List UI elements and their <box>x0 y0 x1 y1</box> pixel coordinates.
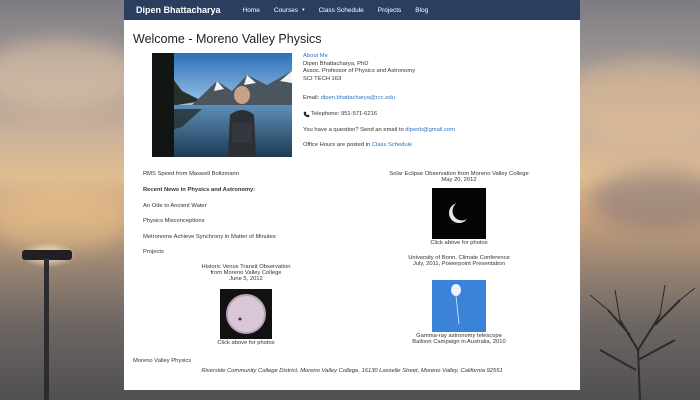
news-heading: Recent News in Physics and Astronomy: <box>143 187 256 193</box>
email-label: Email: <box>303 95 321 102</box>
balloon-campaign-block: Gamma-ray astronomy telescope Balloon Ca… <box>389 333 529 345</box>
phone-icon <box>303 111 310 118</box>
question-line: You have a question? Send an email to di… <box>303 127 455 135</box>
venus-transit-block: Historic Venus Transit Observation from … <box>171 264 321 282</box>
nav-class-schedule[interactable]: Class Schedule <box>319 7 364 14</box>
news-link-physics-misconceptions[interactable]: Physics Misconceptions <box>143 218 205 224</box>
news-link-ancient-water[interactable]: An Ode to Ancient Water <box>143 203 207 209</box>
site-brand[interactable]: Dipen Bhattacharya <box>136 5 221 15</box>
bonn-conference-block: University of Bonn, Climate Conference J… <box>389 255 529 267</box>
eclipse-block: Solar Eclipse Observation from Moreno Va… <box>374 171 544 183</box>
eclipse-caption: Click above for photos <box>430 240 488 246</box>
page-title: Welcome - Moreno Valley Physics <box>133 32 322 46</box>
nav-home[interactable]: Home <box>243 7 260 14</box>
email-line: Email: dipen.bhattacharya@rcc.edu <box>303 95 455 103</box>
email-link[interactable]: dipen.bhattacharya@rcc.edu <box>321 95 395 101</box>
about-block: About Me Dipen Bhattacharya, PhD Assoc. … <box>303 53 455 150</box>
top-navbar: Dipen Bhattacharya Home Courses ▾ Class S… <box>124 0 580 20</box>
projects-link[interactable]: Projects <box>143 249 164 255</box>
nav-projects-label: Projects <box>377 6 402 14</box>
class-schedule-link[interactable]: Class Schedule <box>372 142 412 148</box>
venus-date: June 5, 2012 <box>229 276 263 282</box>
footer-address: Riverside Community College District, Mo… <box>201 368 503 374</box>
tree-silhouette <box>589 284 696 400</box>
office-hours-line: Office Hours are posted in Class Schedul… <box>303 142 455 150</box>
nav-courses[interactable]: Courses ▾ <box>274 7 305 14</box>
street-lamp-pole <box>44 258 49 400</box>
balloon-campaign-photo[interactable] <box>432 280 486 332</box>
venus-transit-photo[interactable] <box>220 289 272 339</box>
rms-speed-link[interactable]: RMS Speed from Maxwell Boltzmann <box>143 171 239 177</box>
nav-class-schedule-label: Class Schedule <box>318 6 364 14</box>
chevron-down-icon: ▾ <box>302 7 305 13</box>
nav-home-label: Home <box>242 6 260 14</box>
about-office: SCI TECH 163 <box>303 75 342 82</box>
office-hours-text: Office Hours are posted in <box>303 142 372 149</box>
about-name: Dipen Bhattacharya, PhD <box>303 60 369 67</box>
question-email-link[interactable]: dipenb@gmail.com <box>405 127 455 133</box>
nav-projects[interactable]: Projects <box>378 7 401 14</box>
telephone-text: Telephone: 951-571-6216 <box>311 110 378 117</box>
telephone-line: Telephone: 951-571-6216 <box>303 111 455 119</box>
question-text: You have a question? Send an email to <box>303 126 406 133</box>
nav-blog-label: Blog <box>415 6 429 14</box>
news-link-metronome[interactable]: Metronome Achieve Synchrony in Matter of… <box>143 234 276 240</box>
about-me-link[interactable]: About Me <box>303 53 455 61</box>
bonn-link-line2[interactable]: July, 2011, Powerpoint Presentation <box>389 261 529 267</box>
profile-photo <box>152 53 292 157</box>
nav-blog[interactable]: Blog <box>415 7 428 14</box>
eclipse-date: May 20, 2012 <box>441 177 477 183</box>
solar-eclipse-photo[interactable] <box>432 188 486 239</box>
venus-caption: Click above for photos <box>217 340 275 346</box>
nav-courses-label: Courses <box>273 6 299 14</box>
about-position: Assoc. Professor of Physics and Astronom… <box>303 68 416 75</box>
balloon-link-line2[interactable]: Balloon Campaign in Australia, 2010 <box>389 339 529 345</box>
main-content: Welcome - Moreno Valley Physics About Me… <box>124 20 580 390</box>
footer-site-name: Moreno Valley Physics <box>133 358 192 364</box>
